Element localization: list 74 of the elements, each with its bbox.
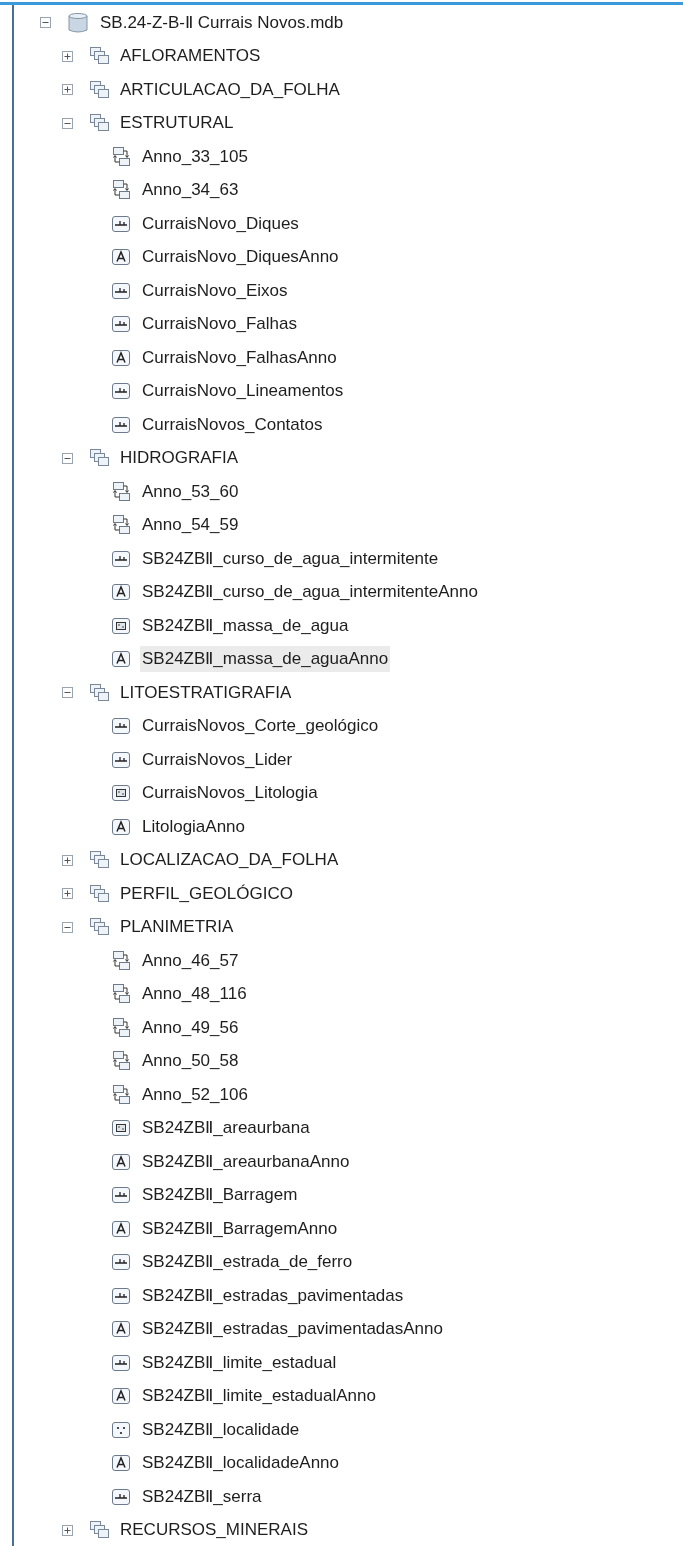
linked-squares-icon — [110, 514, 132, 537]
linked-squares-icon — [110, 983, 132, 1006]
tree-item-label[interactable]: SB24ZBⅡ_massa_de_aguaAnno — [140, 646, 391, 673]
stacked-squares-icon — [88, 882, 110, 905]
tree-item-label[interactable]: SB24ZBⅡ_areaurbanaAnno — [140, 1148, 352, 1175]
tree-item-label[interactable]: LOCALIZACAO_DA_FOLHA — [118, 847, 341, 874]
expand-button[interactable] — [62, 1524, 73, 1536]
tree-item-label[interactable]: PLANIMETRIA — [118, 914, 236, 941]
tree-item-label[interactable]: SB24ZBⅡ_estradas_pavimentadas — [140, 1282, 406, 1309]
expand-button[interactable] — [62, 50, 73, 62]
linked-squares-icon — [110, 1050, 132, 1073]
collapse-button[interactable] — [40, 17, 51, 29]
tree-item-label[interactable]: PERFIL_GEOLÓGICO — [118, 880, 295, 907]
tree-item-label[interactable]: SB24ZBⅡ_massa_de_agua — [140, 612, 351, 639]
tree-item-label[interactable]: Anno_54_59 — [140, 512, 241, 539]
tree-item-label[interactable]: CurraisNovo_Falhas — [140, 311, 299, 338]
stacked-squares-icon — [88, 78, 110, 101]
tree-item-label[interactable]: SB24ZBⅡ_curso_de_agua_intermitenteAnno — [140, 579, 480, 606]
tree-item-label[interactable]: ARTICULACAO_DA_FOLHA — [118, 76, 342, 103]
tree-item-label[interactable]: SB24ZBⅡ_BarragemAnno — [140, 1215, 340, 1242]
tree-item-label[interactable]: CurraisNovo_Diques — [140, 210, 301, 237]
collapse-button[interactable] — [62, 117, 73, 129]
tree-item-label[interactable]: CurraisNovos_Contatos — [140, 411, 325, 438]
expand-button[interactable] — [62, 854, 73, 866]
linked-squares-icon — [110, 1016, 132, 1039]
expand-button[interactable] — [62, 84, 73, 96]
tree-item-label[interactable]: SB24ZBⅡ_estrada_de_ferro — [140, 1249, 355, 1276]
tree-item-label[interactable]: SB24ZBⅡ_Barragem — [140, 1182, 300, 1209]
linked-squares-icon — [110, 480, 132, 503]
tree-item-label[interactable]: SB24ZBⅡ_serra — [140, 1483, 264, 1510]
tree-item-label[interactable]: LITOESTRATIGRAFIA — [118, 679, 294, 706]
expand-button[interactable] — [62, 888, 73, 900]
plus-icon — [64, 86, 71, 94]
tree-item-label[interactable]: SB24ZBⅡ_estradas_pavimentadasAnno — [140, 1316, 445, 1343]
tree-item-label[interactable]: HIDROGRAFIA — [118, 445, 241, 472]
tree-item-label[interactable]: Anno_49_56 — [140, 1014, 241, 1041]
linked-squares-icon — [110, 145, 132, 168]
collapse-button[interactable] — [62, 921, 73, 933]
tree-item-label[interactable]: AFLORAMENTOS — [118, 43, 263, 70]
tree-item-label[interactable]: SB24ZBⅡ_limite_estadual — [140, 1349, 339, 1376]
tree-item-label[interactable]: CurraisNovos_Corte_geológico — [140, 713, 381, 740]
tree-item-label[interactable]: Anno_52_106 — [140, 1081, 250, 1108]
collapse-button[interactable] — [62, 452, 73, 464]
linked-squares-icon — [110, 179, 132, 202]
tree-item-label[interactable]: RECURSOS_MINERAIS — [118, 1517, 310, 1544]
tree-item-label[interactable]: CurraisNovo_Eixos — [140, 277, 290, 304]
tree-item-label[interactable]: SB24ZBⅡ_limite_estadualAnno — [140, 1383, 378, 1410]
plus-icon — [64, 1526, 71, 1534]
plus-icon — [64, 52, 71, 60]
plus-icon — [64, 890, 71, 898]
tree-item-label[interactable]: ESTRUTURAL — [118, 110, 236, 137]
tree-item-label[interactable]: Anno_53_60 — [140, 478, 241, 505]
collapse-button[interactable] — [62, 687, 73, 699]
tree-item-label[interactable]: SB24ZBⅡ_areaurbana — [140, 1115, 312, 1142]
linked-squares-icon — [110, 1083, 132, 1106]
tree-item-label[interactable]: CurraisNovo_FalhasAnno — [140, 344, 339, 371]
tree-item-label[interactable]: Anno_46_57 — [140, 947, 241, 974]
plus-icon — [64, 856, 71, 864]
tree-item-label[interactable]: CurraisNovo_Lineamentos — [140, 378, 346, 405]
tree-item-label[interactable]: Anno_33_105 — [140, 143, 250, 170]
tree-item-label[interactable]: CurraisNovos_Lider — [140, 746, 295, 773]
tree-item-label[interactable]: SB.24-Z-B-Ⅱ Currais Novos.mdb — [98, 9, 346, 36]
tree-item-label[interactable]: CurraisNovo_DiquesAnno — [140, 244, 341, 271]
tree-item-label[interactable]: SB24ZBⅡ_localidadeAnno — [140, 1450, 342, 1477]
database-icon — [66, 11, 90, 34]
tree-item-label[interactable]: Anno_48_116 — [140, 981, 249, 1008]
tree-item-label[interactable]: CurraisNovos_Litologia — [140, 780, 320, 807]
tree-item-label[interactable]: SB24ZBⅡ_localidade — [140, 1416, 302, 1443]
tree-item-label[interactable]: Anno_50_58 — [140, 1048, 241, 1075]
linked-squares-icon — [110, 949, 132, 972]
tree-item-label[interactable]: LitologiaAnno — [140, 813, 248, 840]
stacked-squares-icon — [88, 681, 110, 704]
tree-item-label[interactable]: Anno_34_63 — [140, 177, 241, 204]
tree-item-label[interactable]: SB24ZBⅡ_curso_de_agua_intermitente — [140, 545, 441, 572]
